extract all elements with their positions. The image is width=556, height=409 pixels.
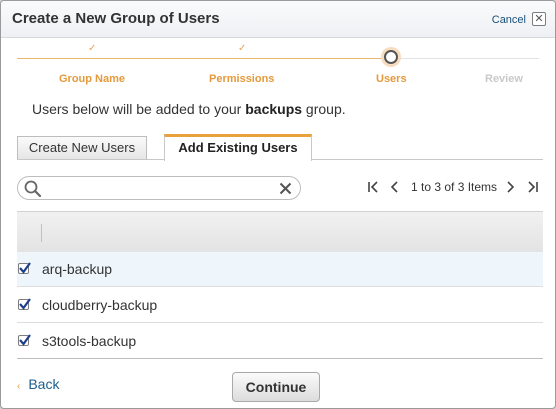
create-group-dialog: Create a New Group of Users Cancel ✕ ✓ ✓… [0, 0, 556, 409]
next-page-icon[interactable] [504, 180, 516, 199]
pager-range-text: 1 to 3 of 3 Items [411, 180, 498, 194]
search-box [17, 176, 301, 200]
table-row[interactable]: arq-backup [17, 252, 543, 287]
step-label-users: Users [376, 73, 407, 85]
pagination: 1 to 3 of 3 Items [367, 179, 543, 197]
progress-line-remaining [399, 58, 539, 59]
close-icon[interactable]: ✕ [532, 12, 546, 26]
user-name: s3tools-backup [42, 333, 137, 349]
tab-add-existing-users[interactable]: Add Existing Users [164, 134, 312, 161]
user-name: arq-backup [42, 261, 113, 277]
tab-create-new-users[interactable]: Create New Users [17, 136, 147, 159]
row-checkbox[interactable] [18, 334, 31, 346]
step-label-group-name: Group Name [59, 73, 126, 85]
search-icon [24, 180, 42, 203]
previous-page-icon[interactable] [389, 180, 401, 199]
step-label-permissions: Permissions [209, 73, 275, 85]
first-page-icon[interactable] [367, 180, 381, 199]
dialog-title: Create a New Group of Users [12, 10, 220, 27]
table-row[interactable]: s3tools-backup [17, 324, 543, 359]
user-name: cloudberry-backup [42, 297, 158, 313]
row-checkbox[interactable] [18, 262, 31, 274]
last-page-icon[interactable] [525, 180, 539, 199]
continue-button[interactable]: Continue [232, 372, 320, 402]
step-label-review: Review [485, 73, 523, 85]
clear-search-icon[interactable] [279, 182, 292, 200]
step-done-check-icon: ✓ [238, 43, 247, 54]
progress-line-done [17, 58, 387, 59]
row-checkbox[interactable] [18, 298, 31, 310]
search-input[interactable] [48, 180, 272, 198]
wizard-progress: ✓ ✓ Group Name Permissions Users Review [1, 37, 555, 89]
group-name: backups [245, 101, 303, 117]
current-step-indicator [384, 50, 398, 64]
back-arrow-icon: ‹ [17, 381, 21, 392]
info-text: Users below will be added to your backup… [32, 101, 346, 117]
tab-bar: Create New Users Add Existing Users [17, 134, 543, 161]
table-header [17, 211, 543, 253]
column-separator [41, 224, 42, 242]
table-row[interactable]: cloudberry-backup [17, 288, 543, 323]
back-link[interactable]: ‹ Back [17, 376, 59, 392]
dialog-titlebar: Create a New Group of Users Cancel ✕ [1, 1, 555, 38]
step-done-check-icon: ✓ [88, 43, 97, 54]
cancel-link[interactable]: Cancel [492, 14, 526, 26]
